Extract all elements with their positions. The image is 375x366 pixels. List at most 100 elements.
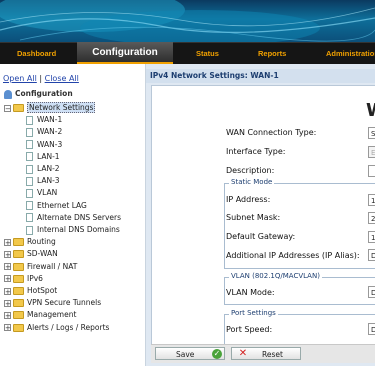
expand-icon[interactable]: + bbox=[4, 275, 11, 283]
expand-icon[interactable]: + bbox=[4, 263, 11, 271]
collapse-icon[interactable]: − bbox=[4, 104, 11, 112]
tree-page[interactable]: Ethernet LAG bbox=[26, 200, 87, 212]
folder-icon bbox=[13, 311, 24, 320]
save-button[interactable]: Save ✓ bbox=[155, 347, 225, 360]
nav-reports[interactable]: Reports bbox=[258, 43, 286, 64]
settings-form: W WAN Connection Type: ST Interface Type… bbox=[151, 85, 375, 345]
static-mode-legend: Static Mode bbox=[229, 178, 275, 186]
page-icon bbox=[26, 152, 33, 162]
tree-page[interactable]: LAN-1 bbox=[26, 151, 60, 163]
tree-item-label: Alerts / Logs / Reports bbox=[27, 322, 110, 332]
folder-icon bbox=[13, 299, 24, 308]
tree-folder[interactable]: + HotSpot bbox=[4, 285, 57, 297]
reset-label: Reset bbox=[262, 350, 283, 359]
vlan-mode-select[interactable]: Di bbox=[368, 286, 375, 298]
ip-address-input[interactable]: 19 bbox=[368, 194, 375, 206]
tree-folder[interactable]: + Management bbox=[4, 309, 76, 321]
tree-folder[interactable]: + Alerts / Logs / Reports bbox=[4, 322, 109, 334]
description-input[interactable] bbox=[368, 165, 375, 177]
tree-item-label: HotSpot bbox=[27, 286, 58, 295]
tree-folder[interactable]: − Network Settings bbox=[4, 102, 96, 114]
nav-administration[interactable]: Administration bbox=[326, 43, 375, 64]
subnet-mask-label: Subnet Mask: bbox=[226, 213, 281, 222]
close-all-link[interactable]: Close All bbox=[45, 74, 79, 83]
ip-alias-select[interactable]: Di bbox=[368, 249, 375, 261]
expand-icon[interactable]: + bbox=[4, 299, 11, 307]
folder-icon bbox=[13, 262, 24, 271]
nav-dashboard[interactable]: Dashboard bbox=[17, 43, 56, 64]
page-icon bbox=[26, 225, 33, 235]
wan-type-select[interactable]: ST bbox=[368, 127, 375, 139]
nav-configuration[interactable]: Configuration bbox=[77, 42, 173, 64]
tree-item-label: SD-WAN bbox=[27, 249, 58, 259]
page-icon bbox=[26, 164, 33, 174]
separator: | bbox=[39, 74, 43, 83]
tree-item-label: LAN-2 bbox=[37, 164, 60, 173]
default-gateway-input[interactable]: 19 bbox=[368, 231, 375, 243]
tree-page[interactable]: VLAN bbox=[26, 187, 57, 199]
page-icon bbox=[26, 115, 33, 125]
page-icon bbox=[26, 201, 33, 211]
description-label: Description: bbox=[226, 166, 275, 175]
tree-page[interactable]: WAN-1 bbox=[26, 114, 62, 126]
ip-alias-label: Additional IP Addresses (IP Alias): bbox=[226, 251, 360, 260]
tree-page[interactable]: LAN-3 bbox=[26, 175, 60, 187]
header-banner bbox=[0, 0, 375, 42]
tree-item-label: VPN Secure Tunnels bbox=[27, 298, 102, 308]
expand-icon[interactable]: + bbox=[4, 311, 11, 319]
open-all-link[interactable]: Open All bbox=[3, 74, 37, 83]
tree-page[interactable]: WAN-2 bbox=[26, 126, 62, 138]
subnet-mask-input[interactable]: 25 bbox=[368, 212, 375, 224]
expand-icon[interactable]: + bbox=[4, 287, 11, 295]
vlan-legend: VLAN (802.1Q/MACVLAN) bbox=[229, 272, 322, 280]
expand-icon[interactable]: + bbox=[4, 324, 11, 332]
tree-item-label: VLAN bbox=[37, 188, 58, 198]
port-speed-select[interactable]: De bbox=[368, 323, 375, 335]
reset-button[interactable]: ✕ Reset bbox=[231, 347, 301, 360]
top-nav: Dashboard Status Reports Administration bbox=[0, 42, 375, 64]
tree-item-label: LAN-3 bbox=[37, 176, 60, 186]
page-icon bbox=[26, 213, 33, 223]
interface-type-field[interactable]: Et bbox=[368, 146, 375, 158]
folder-icon bbox=[13, 287, 24, 295]
port-settings-legend: Port Settings bbox=[229, 309, 278, 317]
tree-page[interactable]: Internal DNS Domains bbox=[26, 224, 120, 236]
tree-item-label: Network Settings bbox=[27, 102, 96, 113]
page-icon bbox=[26, 127, 33, 137]
page-icon bbox=[26, 140, 33, 150]
folder-icon bbox=[13, 238, 24, 247]
tree-page[interactable]: LAN-2 bbox=[26, 163, 60, 175]
tree-folder[interactable]: + Routing bbox=[4, 236, 56, 248]
tree-folder[interactable]: + SD-WAN bbox=[4, 248, 58, 260]
settings-pane: IPv4 Network Settings: WAN-1 W WAN Conne… bbox=[146, 64, 375, 366]
tree-folder[interactable]: + IPv6 bbox=[4, 273, 43, 285]
tree-item-label: IPv6 bbox=[27, 273, 43, 283]
config-root-icon bbox=[4, 89, 12, 99]
tree-root-label: Configuration bbox=[15, 89, 73, 98]
tree-folder[interactable]: + Firewall / NAT bbox=[4, 261, 77, 273]
pane-title: IPv4 Network Settings: WAN-1 bbox=[146, 69, 375, 83]
tree-item-label: WAN-2 bbox=[37, 127, 63, 137]
expand-icon[interactable]: + bbox=[4, 250, 11, 258]
tree-folder[interactable]: + VPN Secure Tunnels bbox=[4, 297, 101, 309]
close-icon: ✕ bbox=[238, 348, 248, 359]
port-speed-label: Port Speed: bbox=[226, 325, 273, 334]
nav-status[interactable]: Status bbox=[196, 43, 219, 64]
page-icon bbox=[26, 188, 33, 198]
tree-item-label: Internal DNS Domains bbox=[37, 225, 120, 234]
left-tree-pane: Open All | Close All Configuration − Netw… bbox=[0, 64, 146, 366]
vlan-mode-label: VLAN Mode: bbox=[226, 288, 275, 297]
tree-item-label: Alternate DNS Servers bbox=[37, 212, 122, 222]
folder-icon bbox=[13, 274, 24, 283]
tree-item-label: Routing bbox=[27, 237, 56, 247]
tree-page[interactable]: Alternate DNS Servers bbox=[26, 212, 121, 224]
tree-item-label: WAN-3 bbox=[37, 139, 63, 149]
tree-item-label: Firewall / NAT bbox=[27, 261, 78, 271]
form-button-bar: Save ✓ ✕ Reset bbox=[151, 344, 375, 363]
tree-page[interactable]: WAN-3 bbox=[26, 139, 62, 151]
page-heading: W bbox=[366, 100, 375, 121]
expand-icon[interactable]: + bbox=[4, 238, 11, 246]
banner-graphic bbox=[0, 0, 375, 42]
folder-icon bbox=[13, 323, 24, 332]
tree-root: Configuration bbox=[4, 88, 73, 100]
